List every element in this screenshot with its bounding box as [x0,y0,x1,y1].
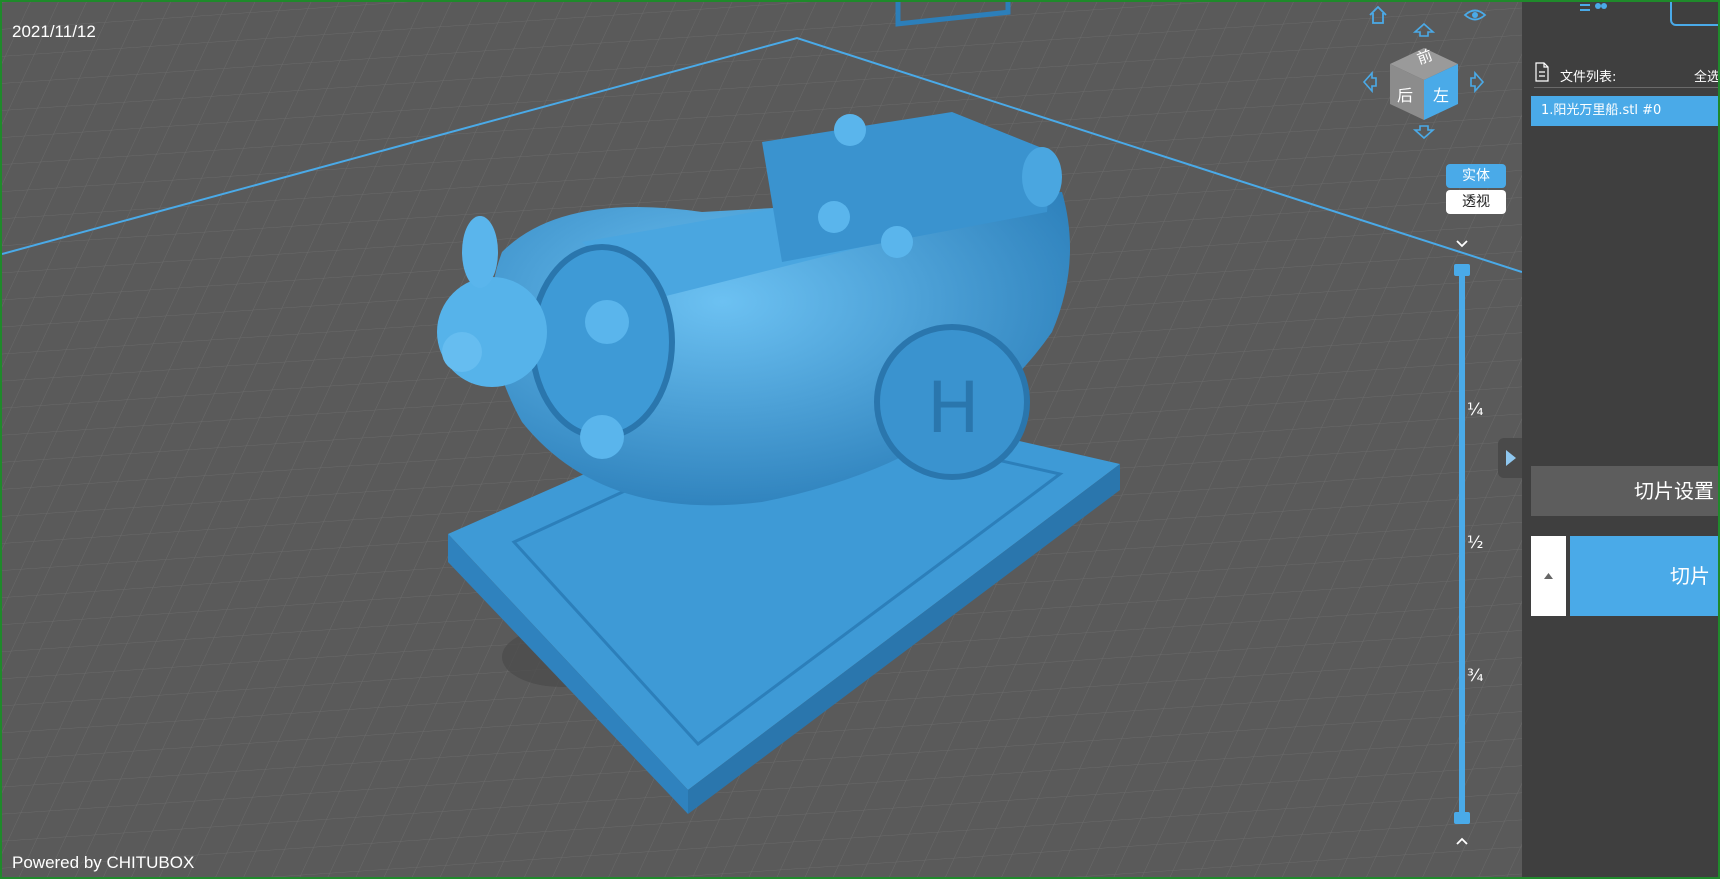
svg-text:H: H [927,367,980,449]
arrow-up-icon[interactable] [1412,22,1436,38]
right-panel: 文件列表: 全选 1.阳光万里船.stl #0 切片设置 切片 [1498,2,1718,877]
cube-face-right: 左 [1433,86,1450,105]
build-plate-scene: H [2,2,1522,877]
xray-mode-button[interactable]: 透视 [1446,190,1506,214]
cube-face-left: 后 [1397,86,1414,105]
slider-track [1459,268,1465,816]
powered-by-label: Powered by CHITUBOX [12,853,195,872]
caret-up-icon [1544,573,1553,579]
slice-options-toggle[interactable] [1531,536,1566,616]
slice-settings-button[interactable]: 切片设置 [1531,466,1718,516]
slice-button[interactable]: 切片 [1570,536,1718,616]
date-label: 2021/11/12 [12,22,96,41]
arrow-left-icon[interactable] [1362,70,1378,94]
slider-tick-quarter: ¼ [1467,400,1484,420]
chevron-down-icon[interactable] [1454,238,1470,250]
file-list-header: 文件列表: 全选 [1534,60,1718,88]
file-list-item[interactable]: 1.阳光万里船.stl #0 [1531,96,1718,126]
view-cube[interactable]: 前 后 左 [1357,2,1487,147]
file-list-label: 文件列表: [1560,70,1617,85]
home-icon[interactable] [1367,4,1389,26]
app-window: H 2021/11/12 Powered by CHITUBOX 前 后 左 实… [0,0,1720,879]
chevron-up-icon[interactable] [1454,835,1470,847]
panel-tab[interactable] [1670,2,1718,26]
select-all-button[interactable]: 全选 [1694,66,1718,85]
slider-bottom-handle[interactable] [1454,812,1470,824]
3d-viewport[interactable]: H 2021/11/12 Powered by CHITUBOX 前 后 左 实… [2,2,1522,877]
eye-icon[interactable] [1463,6,1487,24]
panel-toggle-button[interactable] [1498,438,1522,478]
slider-tick-half: ½ [1467,533,1484,553]
arrow-down-icon[interactable] [1412,124,1436,140]
solid-mode-button[interactable]: 实体 [1446,164,1506,188]
arrow-right-icon[interactable] [1469,70,1485,94]
slider-tick-three-quarter: ¾ [1467,666,1484,686]
document-icon [1535,62,1549,82]
menu-icon[interactable] [1578,2,1608,14]
triangle-right-icon [1506,450,1516,466]
slider-top-handle[interactable] [1454,264,1470,276]
